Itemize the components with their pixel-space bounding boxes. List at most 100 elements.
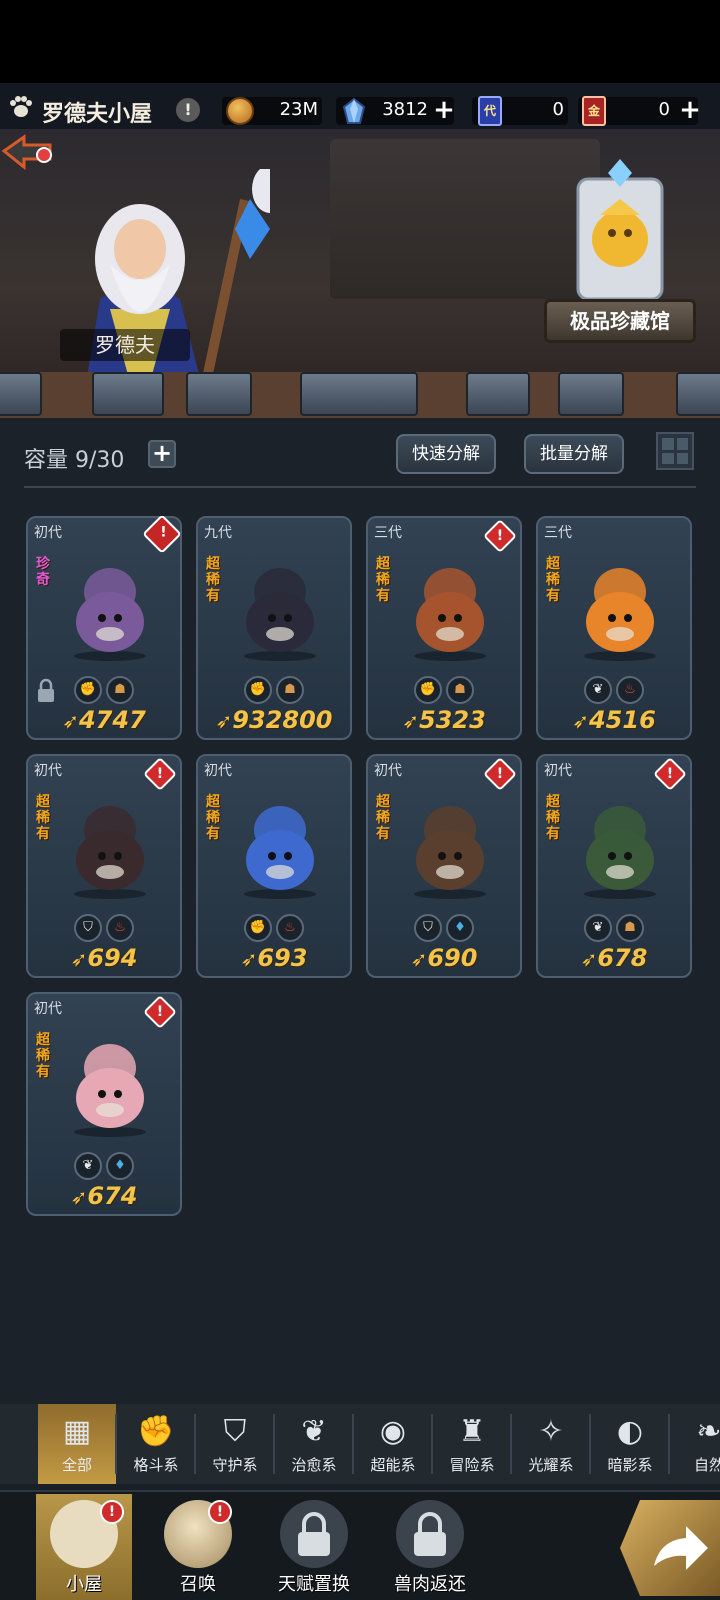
- monster-card[interactable]: 三代 超稀有 ❦ ♨ ➶4516: [536, 516, 692, 740]
- category-tab[interactable]: ❦ 治愈系: [275, 1404, 353, 1484]
- category-divider: [589, 1414, 591, 1474]
- expand-capacity-button[interactable]: +: [148, 440, 176, 468]
- power-arrow-icon: ➶: [580, 947, 598, 971]
- monster-portrait: [74, 568, 146, 661]
- power-value: ➶5323: [368, 706, 520, 734]
- generation-label: 初代: [34, 525, 62, 541]
- nav-item[interactable]: 天赋置换: [266, 1494, 362, 1600]
- generation-label: 初代: [544, 763, 572, 779]
- gold-ticket-icon: 金: [582, 96, 606, 126]
- type-tags: ❦ ♦: [28, 1152, 180, 1180]
- category-tab[interactable]: ❧ 自然: [670, 1404, 720, 1484]
- ticket2-amount: 0: [658, 99, 670, 120]
- monster-card[interactable]: 九代 超稀有 ✊ ☗ ➶932800: [196, 516, 352, 740]
- rail-stone: [0, 372, 42, 416]
- category-label: 治愈系: [291, 1456, 337, 1474]
- type-格斗-icon: ✊: [414, 676, 442, 704]
- batch-dismantle-button[interactable]: 批量分解: [524, 434, 624, 474]
- crystal-amount: 3812: [382, 99, 428, 120]
- nav-item[interactable]: 召唤!: [150, 1494, 246, 1600]
- rarity-label: 超稀有: [36, 1032, 50, 1080]
- monster-portrait: [584, 568, 656, 661]
- category-divider: [273, 1414, 275, 1474]
- power-arrow-icon: ➶: [572, 709, 589, 733]
- power-arrow-icon: ➶: [62, 709, 79, 733]
- nav-item[interactable]: 兽肉返还: [382, 1494, 478, 1600]
- rail-stone: [466, 372, 530, 416]
- type-tags: ✊ ☗: [198, 676, 350, 704]
- category-divider: [115, 1414, 117, 1474]
- rarity-label: 超稀有: [546, 556, 560, 604]
- type-tags: ⛉ ♨: [28, 914, 180, 942]
- category-icon: ⛉: [223, 1414, 247, 1449]
- info-warning-icon[interactable]: !: [176, 98, 200, 122]
- rarity-label: 超稀有: [206, 556, 220, 604]
- grid-view-toggle[interactable]: [656, 432, 694, 470]
- paw-icon: [10, 96, 32, 117]
- rail-stone: [558, 372, 624, 416]
- type-治愈-icon: ❦: [584, 914, 612, 942]
- monster-portrait: [74, 806, 146, 899]
- monster-card[interactable]: 三代 超稀有! ✊ ☗ ➶5323: [366, 516, 522, 740]
- type-守护-icon: ⛉: [414, 914, 442, 942]
- category-tab[interactable]: ◐ 暗影系: [591, 1404, 669, 1484]
- add-ticket-button[interactable]: +: [678, 97, 702, 123]
- category-icon: ✧: [538, 1414, 564, 1449]
- power-value: ➶674: [28, 1182, 180, 1210]
- power-number: 694: [87, 944, 138, 972]
- category-tab[interactable]: ✊ 格斗系: [117, 1404, 195, 1484]
- power-number: 693: [257, 944, 308, 972]
- nav-label: 兽肉返还: [394, 1574, 466, 1595]
- category-tab[interactable]: ▦ 全部: [38, 1404, 116, 1484]
- premium-vault-button[interactable]: 极品珍藏馆: [544, 299, 696, 343]
- alert-badge-icon: !: [208, 1500, 232, 1524]
- monster-card[interactable]: 初代 超稀有! ❦ ♦ ➶674: [26, 992, 182, 1216]
- alert-badge-icon: !: [100, 1500, 124, 1524]
- generation-label: 初代: [374, 763, 402, 779]
- type-tags: ✊ ♨: [198, 914, 350, 942]
- alert-badge-icon: !: [483, 757, 517, 791]
- category-label: 守护系: [212, 1456, 258, 1474]
- divider: [24, 486, 696, 488]
- monster-portrait: [244, 568, 316, 661]
- nav-label: 召唤: [180, 1574, 216, 1595]
- capacity-label: 容量 9/30: [24, 448, 125, 473]
- monster-portrait: [584, 806, 656, 899]
- treasure-throne-icon[interactable]: [560, 159, 680, 309]
- category-tab[interactable]: ⛉ 守护系: [196, 1404, 274, 1484]
- power-number: 674: [87, 1182, 138, 1210]
- category-icon: ✊: [137, 1414, 175, 1449]
- category-tab[interactable]: ✧ 光耀系: [512, 1404, 590, 1484]
- category-label: 超能系: [370, 1456, 416, 1474]
- rail-stone: [300, 372, 418, 416]
- type-冒险-icon: ☗: [616, 914, 644, 942]
- type-治愈-icon: ❦: [584, 676, 612, 704]
- status-bar-area: [0, 0, 720, 83]
- monster-card[interactable]: 初代 超稀有! ⛉ ♦ ➶690: [366, 754, 522, 978]
- nav-item[interactable]: 小屋!: [36, 1494, 132, 1600]
- monster-card[interactable]: 初代 超稀有! ❦ ☗ ➶678: [536, 754, 692, 978]
- category-label: 格斗系: [133, 1456, 179, 1474]
- monster-card[interactable]: 初代 珍奇! ✊ ☗ ➶4747: [26, 514, 182, 740]
- category-tab[interactable]: ♜ 冒险系: [433, 1404, 511, 1484]
- add-crystal-button[interactable]: +: [432, 97, 456, 123]
- type-格斗-icon: ✊: [244, 676, 272, 704]
- category-tab[interactable]: ◉ 超能系: [354, 1404, 432, 1484]
- category-icon: ◐: [616, 1414, 644, 1449]
- power-value: ➶4747: [28, 706, 180, 734]
- category-divider: [510, 1414, 512, 1474]
- power-number: 5323: [418, 706, 486, 734]
- monster-card[interactable]: 初代 超稀有! ⛉ ♨ ➶694: [26, 754, 182, 978]
- next-arrow-button[interactable]: [620, 1500, 720, 1596]
- type-火-icon: ♨: [106, 914, 134, 942]
- generation-label: 初代: [204, 763, 232, 779]
- category-label: 冒险系: [449, 1456, 495, 1474]
- power-number: 678: [597, 944, 648, 972]
- gold-amount: 23M: [279, 99, 318, 120]
- type-水-icon: ♦: [446, 914, 474, 942]
- quick-dismantle-button[interactable]: 快速分解: [396, 434, 496, 474]
- monster-card[interactable]: 初代 超稀有 ✊ ♨ ➶693: [196, 754, 352, 978]
- category-label: 全部: [61, 1456, 92, 1474]
- category-divider: [194, 1414, 196, 1474]
- type-格斗-icon: ✊: [74, 676, 102, 704]
